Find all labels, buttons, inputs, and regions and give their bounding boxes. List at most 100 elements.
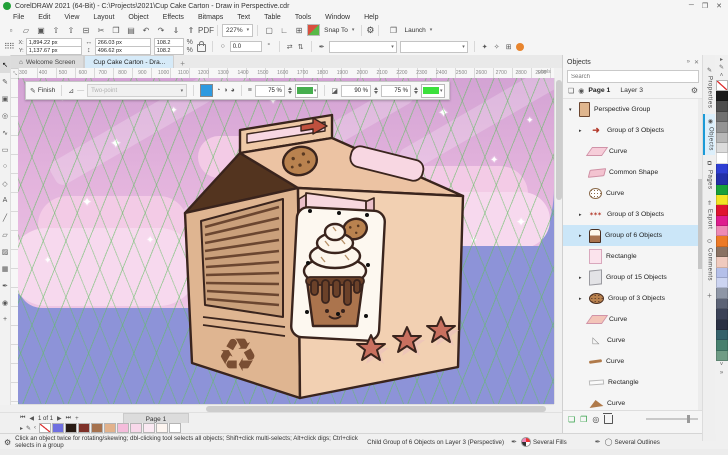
new-layer-button[interactable]: ❏ xyxy=(568,415,575,424)
color-swatch[interactable] xyxy=(716,164,728,174)
add-page-button[interactable]: + xyxy=(75,416,79,422)
snap-state-icon[interactable] xyxy=(307,24,320,36)
toolbox-tool[interactable]: ↖ xyxy=(0,56,10,73)
snap-to-dropdown[interactable]: Snap To ▾ xyxy=(321,25,357,36)
menu-item[interactable]: Layout xyxy=(86,14,121,21)
toolbar-icon[interactable]: ⇧ xyxy=(49,24,63,36)
toolbox-tool[interactable]: + xyxy=(0,311,10,328)
color-swatch[interactable] xyxy=(91,423,103,433)
add-docker-button[interactable]: + xyxy=(707,291,712,300)
toolbar-icon[interactable]: ⇧ xyxy=(64,24,78,36)
objects-search[interactable] xyxy=(567,70,699,83)
plane-fill-swatch[interactable]: ▾ xyxy=(421,84,445,98)
eyedropper-icon[interactable]: ✎ xyxy=(26,425,31,432)
tree-item-group[interactable]: ▸ ✶✶✶ Group of 3 Objects xyxy=(563,204,703,225)
tree-item-rectangle[interactable]: Rectangle xyxy=(563,372,703,393)
color-swatch[interactable] xyxy=(716,112,728,122)
drawing-canvas[interactable]: ✦ ✦ ✦ ✦ ✦ ✦ ✦ ✦ ✦ ✦ ✦ ✦ ✦ ✦ xyxy=(18,78,554,404)
selection-handle[interactable] xyxy=(306,261,310,265)
menu-item[interactable]: Effects xyxy=(156,14,191,21)
tree-item-curve[interactable]: Curve xyxy=(563,351,703,372)
tree-item-curve[interactable]: Curve xyxy=(563,141,703,162)
selection-handle[interactable] xyxy=(364,314,368,318)
property-bar-icon[interactable]: ✦ xyxy=(481,43,489,51)
view-top-icon[interactable]: ◔ xyxy=(216,87,220,94)
menu-item[interactable]: Bitmaps xyxy=(191,14,230,21)
color-swatch[interactable] xyxy=(716,101,728,111)
color-swatch[interactable] xyxy=(716,330,728,340)
color-swatch[interactable] xyxy=(716,236,728,246)
stepper[interactable] xyxy=(288,87,292,94)
visibility-icon[interactable]: ◉ xyxy=(578,87,584,95)
toolbox-tool[interactable]: ◎ xyxy=(0,107,10,124)
launch-dropdown[interactable]: ❐ Launch ▾ xyxy=(383,25,435,36)
color-swatch[interactable] xyxy=(65,423,77,433)
lock-ratio-icon[interactable] xyxy=(197,44,206,52)
toolbar-icon[interactable]: ▤ xyxy=(124,24,138,36)
prev-page-button[interactable]: ◀ xyxy=(29,415,34,422)
toolbar-icon[interactable]: ⇑ xyxy=(184,24,198,36)
stepper[interactable] xyxy=(374,87,378,94)
expander-icon[interactable]: ▸ xyxy=(579,212,585,218)
fade-opacity-field[interactable]: 75 % xyxy=(381,85,411,97)
color-swatch[interactable] xyxy=(52,423,64,433)
expander-icon[interactable]: ▸ xyxy=(579,128,585,134)
scroll-up-icon[interactable]: ˄ xyxy=(720,72,724,80)
toolbox-tool[interactable]: ✒ xyxy=(0,277,10,294)
color-swatch[interactable] xyxy=(716,205,728,215)
menu-item[interactable]: Edit xyxy=(31,14,57,21)
menu-item[interactable]: Tools xyxy=(288,14,318,21)
toolbar-icon[interactable]: ↶ xyxy=(139,24,153,36)
grid-opacity-field[interactable]: 75 % xyxy=(255,85,285,97)
toolbox-tool[interactable]: ▱ xyxy=(0,226,10,243)
color-swatch[interactable] xyxy=(716,247,728,257)
color-swatch[interactable] xyxy=(716,226,728,236)
scroll-down-icon[interactable]: ˅ xyxy=(720,361,724,369)
toolbox-tool[interactable]: ◇ xyxy=(0,175,10,192)
palette-flyout-icon[interactable]: ▸ xyxy=(720,56,723,64)
tree-item-common-shape[interactable]: Common Shape xyxy=(563,162,703,183)
menu-item[interactable]: Object xyxy=(121,14,155,21)
color-swatch[interactable] xyxy=(78,423,90,433)
tree-item-curve[interactable]: Curve xyxy=(563,393,703,410)
tree-item-perspective-group[interactable]: ▾ Perspective Group xyxy=(563,99,703,120)
property-bar-icon[interactable]: ✧ xyxy=(493,43,501,51)
toolbox-tool[interactable]: A xyxy=(0,192,10,209)
selection-handle[interactable] xyxy=(336,312,340,316)
expander-icon[interactable]: ▸ xyxy=(579,296,585,302)
color-swatch[interactable] xyxy=(716,143,728,153)
minimize-button[interactable]: ─ xyxy=(689,2,694,10)
scale-height-field[interactable]: 108.2 xyxy=(154,46,184,55)
toolbar-icon[interactable]: ∟ xyxy=(277,24,291,36)
quick-customize-icon[interactable] xyxy=(516,43,524,51)
new-master-layer-button[interactable]: ❐ xyxy=(580,415,587,424)
color-swatch[interactable] xyxy=(716,299,728,309)
toolbar-icon[interactable]: ▢ xyxy=(262,24,276,36)
toolbar-icon[interactable]: ⇓ xyxy=(169,24,183,36)
docker-collapse-icon[interactable]: » xyxy=(687,59,690,66)
color-swatch[interactable] xyxy=(716,351,728,361)
toolbox-tool[interactable]: ▭ xyxy=(0,141,10,158)
toolbar-icon[interactable]: PDF xyxy=(199,24,213,36)
thumbnail-size-slider[interactable] xyxy=(646,418,698,420)
no-color-swatch[interactable] xyxy=(39,423,51,433)
toolbar-icon[interactable]: ↷ xyxy=(154,24,168,36)
tree-item-group[interactable]: ▸ ➜ Group of 3 Objects xyxy=(563,120,703,141)
toolbar-icon[interactable]: ⊞ xyxy=(292,24,306,36)
plane-opacity-field[interactable]: 90 % xyxy=(341,85,371,97)
color-swatch[interactable] xyxy=(169,423,181,433)
toolbox-tool[interactable]: ▦ xyxy=(0,260,10,277)
search-input[interactable] xyxy=(568,74,698,80)
menu-item[interactable]: Text xyxy=(230,14,257,21)
color-swatch[interactable] xyxy=(716,174,728,184)
toolbox-tool[interactable]: ○ xyxy=(0,158,10,175)
maximize-button[interactable]: ❐ xyxy=(702,2,708,10)
mirror-vertical-button[interactable]: ⇅ xyxy=(297,43,305,51)
expander-icon[interactable]: ▸ xyxy=(579,275,585,281)
status-gear-icon[interactable]: ⚙ xyxy=(4,438,11,447)
palette-flyout-icon[interactable]: ▸ xyxy=(20,425,23,432)
options-gear-icon[interactable]: ⚙ xyxy=(366,25,374,36)
color-swatch[interactable] xyxy=(716,257,728,267)
view-side-icon[interactable]: ◑ xyxy=(223,87,227,94)
color-swatch[interactable] xyxy=(143,423,155,433)
